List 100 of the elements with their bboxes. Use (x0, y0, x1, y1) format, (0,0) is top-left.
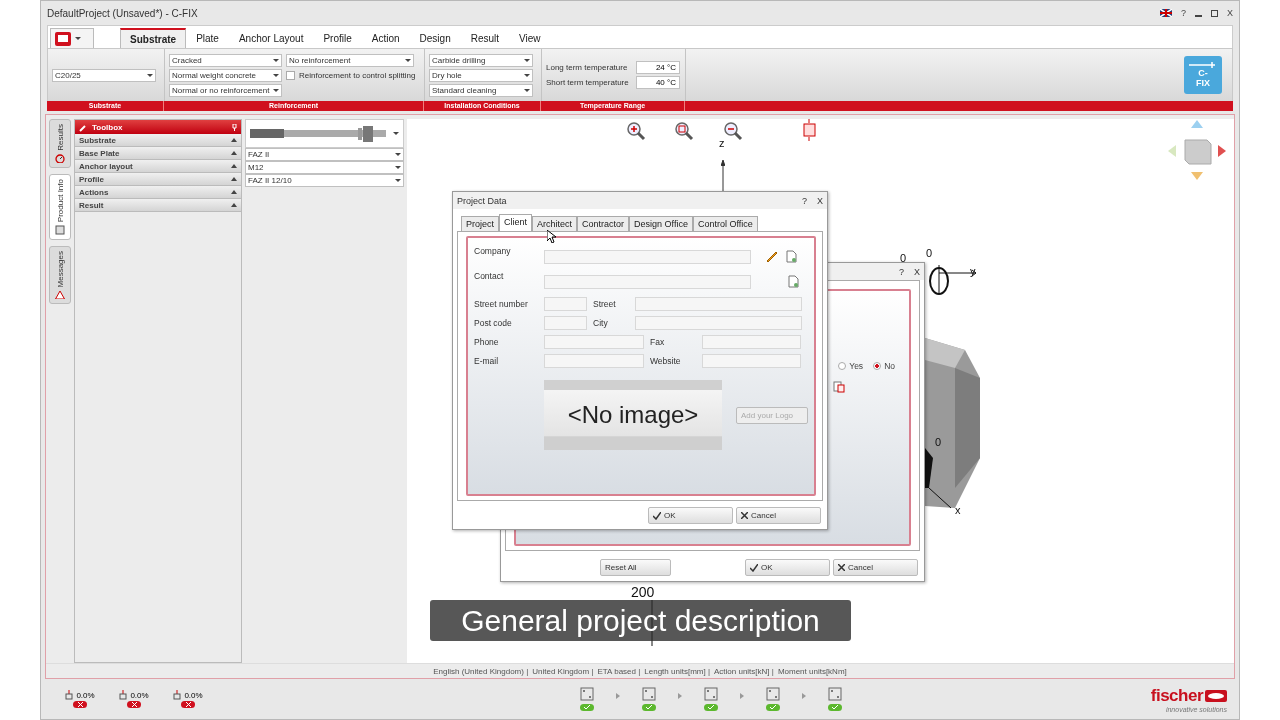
ribbon-tab[interactable]: Design (409, 28, 461, 48)
zoom-out-icon[interactable] (723, 121, 743, 141)
ribbon-tab[interactable]: Anchor Layout (228, 28, 314, 48)
layout-step-icon[interactable] (704, 687, 718, 701)
close-button[interactable]: X (1227, 8, 1233, 18)
document-add-icon[interactable] (786, 250, 797, 263)
ok-button[interactable]: OK (745, 559, 830, 576)
close-button[interactable]: X (817, 195, 823, 206)
anchor-selector[interactable] (245, 119, 404, 148)
text-field[interactable] (544, 249, 751, 264)
layout-step-icon[interactable] (828, 687, 842, 701)
navigation-cube-drawing[interactable] (1166, 118, 1228, 182)
ribbon-tab[interactable]: Substrate (120, 28, 187, 48)
ribbon-tab[interactable]: Action (361, 28, 410, 48)
toolbox-section[interactable]: Result (75, 199, 241, 212)
text-field[interactable] (702, 353, 801, 368)
help-button[interactable]: ? (898, 266, 904, 277)
layout-step-icon[interactable] (642, 687, 656, 701)
logo-icon (1205, 689, 1227, 702)
cancel-button[interactable]: Cancel (736, 507, 821, 524)
anchor-load-icon (65, 690, 74, 700)
dialog-tab[interactable]: Architect (532, 216, 578, 231)
checkmark-icon (653, 511, 661, 520)
wrench-icon (79, 122, 88, 132)
dialog-tab[interactable]: Contractor (577, 216, 630, 231)
reset-all-button[interactable]: Reset All (600, 559, 671, 576)
side-tab[interactable]: Results (49, 119, 71, 168)
help-button[interactable]: ? (801, 195, 807, 206)
product-dropdown[interactable]: FAZ II (245, 148, 404, 161)
reinforcement-type-dropdown[interactable]: Normal or no reinforcement (169, 83, 282, 97)
monitor-icon (55, 31, 71, 46)
text-field[interactable] (635, 315, 802, 330)
temperature-field[interactable]: 24 °C (636, 61, 680, 74)
condition-dropdown[interactable]: Cracked (169, 53, 282, 67)
close-icon (741, 512, 748, 519)
field-label: E-mail (474, 355, 500, 366)
text-field[interactable] (544, 353, 644, 368)
product-dropdown[interactable]: M12 (245, 161, 404, 174)
text-field[interactable] (544, 296, 587, 311)
product-dropdown[interactable]: FAZ II 12/10 (245, 174, 404, 187)
fail-indicator (181, 701, 195, 708)
side-tab[interactable]: Messages (49, 246, 71, 304)
text-field[interactable] (544, 334, 644, 349)
step-arrow-icon (616, 693, 620, 699)
ribbon-tab[interactable]: Result (460, 28, 510, 48)
layout-step-icon[interactable] (580, 687, 594, 701)
rotate-view-icon[interactable] (801, 119, 818, 141)
ok-button[interactable]: OK (648, 507, 733, 524)
checkbox[interactable] (286, 70, 295, 80)
layout-step-icon[interactable] (766, 687, 780, 701)
toolbox-section[interactable]: Substrate (75, 134, 241, 147)
axis-label: y (970, 265, 976, 277)
axis-label: z (719, 137, 725, 149)
dialog-tab[interactable]: Project (461, 216, 499, 231)
document-add-icon[interactable] (788, 275, 799, 288)
ribbon-tab[interactable]: Plate (186, 28, 229, 48)
document-edit-icon[interactable] (833, 381, 845, 393)
concrete-class-dropdown[interactable]: C20/25 (52, 68, 156, 82)
text-field[interactable] (702, 334, 801, 349)
field-label: City (592, 317, 609, 328)
maximize-icon[interactable] (1211, 9, 1218, 17)
side-tab[interactable]: Product Info (49, 174, 71, 240)
mouse-cursor-icon (547, 230, 556, 243)
installation-dropdown[interactable]: Standard cleaning (429, 83, 533, 97)
z-axis-icon (721, 160, 725, 192)
temperature-field[interactable]: 40 °C (636, 76, 680, 89)
zoom-fit-icon[interactable] (674, 121, 694, 141)
anchor-load-icon (173, 690, 182, 700)
text-field[interactable] (544, 315, 587, 330)
toolbox-section[interactable]: Profile (75, 173, 241, 186)
toolbox-section[interactable]: Base Plate (75, 147, 241, 160)
field-label: Street (592, 298, 617, 309)
installation-dropdown[interactable]: Dry hole (429, 68, 533, 82)
utilization-value: 0.0% (130, 690, 149, 700)
cancel-button[interactable]: Cancel (833, 559, 918, 576)
help-button[interactable]: ? (1180, 8, 1186, 18)
flag-icon[interactable] (1159, 9, 1172, 17)
dialog-tab[interactable]: Design Office (629, 216, 693, 231)
text-field[interactable] (635, 296, 802, 311)
radio-option[interactable]: Yes (838, 361, 864, 371)
field-label: Fax (649, 336, 666, 347)
axis-label: 0 (926, 247, 933, 259)
dialog-tab[interactable]: Client (499, 214, 533, 231)
toolbox-section[interactable]: Actions (75, 186, 241, 199)
toolbox-section[interactable]: Anchor layout (75, 160, 241, 173)
installation-dropdown[interactable]: Carbide drilling (429, 53, 533, 67)
concrete-type-dropdown[interactable]: Normal weight concrete (169, 68, 282, 82)
close-button[interactable]: X (914, 266, 920, 277)
reinforcement-dropdown[interactable]: No reinforcement (286, 53, 414, 67)
text-field[interactable] (544, 274, 751, 289)
anchor-load-icon (119, 690, 128, 700)
zoom-in-icon[interactable] (626, 121, 646, 141)
ribbon-tab[interactable]: Profile (313, 28, 362, 48)
logo-preview-field[interactable]: <No image> (544, 380, 722, 450)
application-menu-button[interactable] (50, 28, 94, 48)
radio-option[interactable]: No (873, 361, 895, 371)
gauge-icon (55, 153, 65, 163)
ribbon-tab[interactable]: View (509, 28, 551, 48)
dialog-tab[interactable]: Control Office (692, 216, 758, 231)
pin-icon[interactable] (232, 123, 237, 131)
